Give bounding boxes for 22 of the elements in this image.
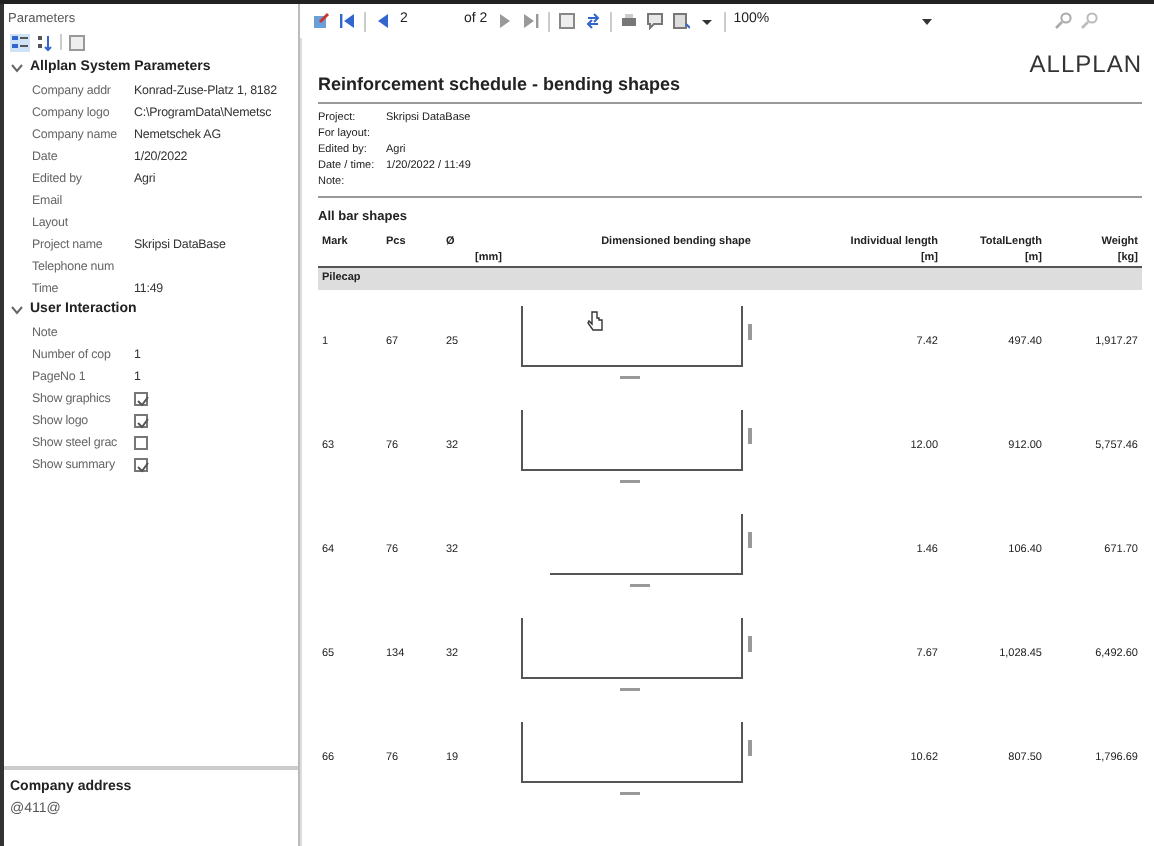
property-pages-icon[interactable] xyxy=(68,33,86,52)
checkbox[interactable] xyxy=(134,457,148,472)
edit-icon[interactable] xyxy=(312,12,330,30)
last-page-icon[interactable] xyxy=(521,12,540,30)
collapse-icon[interactable] xyxy=(10,62,24,75)
logo-text: ALLPLAN xyxy=(1029,48,1142,82)
previous-page-icon[interactable] xyxy=(374,12,392,30)
comment-icon[interactable] xyxy=(645,12,664,30)
hand-cursor-icon xyxy=(586,310,604,333)
checkbox[interactable] xyxy=(134,391,148,406)
checkbox[interactable] xyxy=(134,435,148,450)
checkbox[interactable] xyxy=(134,413,148,428)
page-setup-icon[interactable] xyxy=(671,12,690,30)
report-title: Reinforcement schedule - bending shapes xyxy=(318,71,681,98)
categorized-icon[interactable] xyxy=(10,33,30,52)
print-icon[interactable] xyxy=(619,12,638,30)
caret-icon xyxy=(919,15,934,27)
first-page-icon[interactable] xyxy=(338,12,356,30)
next-page-icon[interactable] xyxy=(495,12,514,30)
collapse-icon[interactable] xyxy=(10,304,24,317)
stop-icon[interactable] xyxy=(557,12,576,30)
sort-icon[interactable] xyxy=(36,33,54,52)
